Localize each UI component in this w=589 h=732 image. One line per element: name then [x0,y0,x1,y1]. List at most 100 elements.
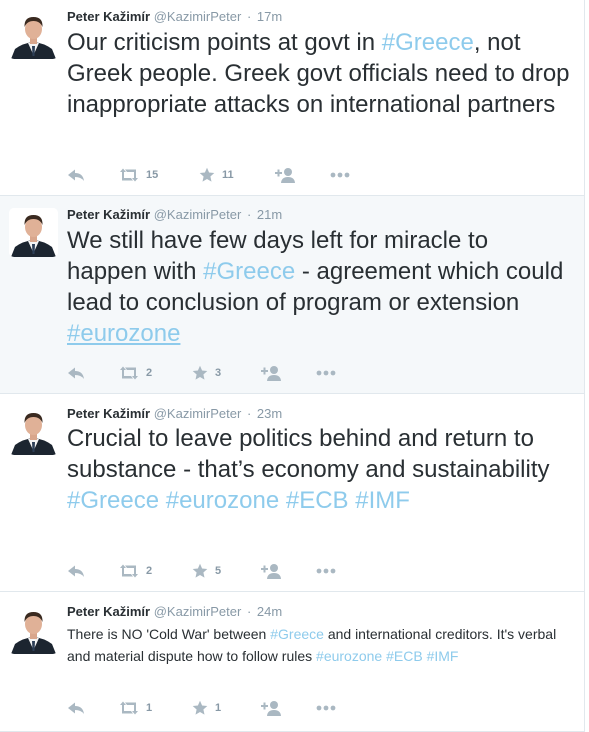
tweet-text-segment [159,487,166,514]
tweet-text: We still have few days left for miracle … [67,225,572,349]
tweet-text-segment: Crucial to leave politics behind and ret… [67,425,550,483]
follow-button[interactable] [261,365,281,381]
hashtag-link[interactable]: #ECB [286,487,349,514]
retweet-count: 2 [146,367,153,379]
reply-icon [67,365,85,381]
retweet-count: 1 [146,702,153,714]
tweet[interactable]: Peter Kažimír @KazimirPeter · 24m There … [0,592,585,732]
avatar[interactable] [9,406,58,455]
retweet-icon [119,563,139,579]
reply-button[interactable] [67,563,85,579]
favorite-count: 1 [215,702,222,714]
tweet[interactable]: Peter Kažimír @KazimirPeter · 23m Crucia… [0,394,585,592]
retweet-icon [119,700,139,716]
tweet-text: Crucial to leave politics behind and ret… [67,423,572,516]
follow-button[interactable] [261,563,281,579]
separator: · [246,406,252,421]
author-name[interactable]: Peter Kažimír [67,207,150,222]
tweet[interactable]: Peter Kažimír @KazimirPeter · 21m We sti… [0,196,585,394]
favorite-count: 5 [215,565,222,577]
timestamp[interactable]: 21m [257,207,282,222]
hashtag-link[interactable]: #eurozone [166,487,279,514]
timestamp[interactable]: 24m [257,604,282,619]
more-icon [330,167,350,183]
author-name[interactable]: Peter Kažimír [67,604,150,619]
hashtag-link[interactable]: #ECB [386,648,423,664]
follow-icon [261,563,281,579]
retweet-icon [119,167,139,183]
favorite-icon [199,167,215,183]
reply-icon [67,563,85,579]
follow-icon [261,700,281,716]
tweet-text: Our criticism points at govt in #Greece,… [67,27,572,120]
hashtag-link[interactable]: #eurozone [316,648,382,664]
tweet-actions: 2 5 [67,563,367,579]
retweet-button[interactable]: 15 [119,167,158,183]
follow-button[interactable] [275,167,295,183]
author-handle[interactable]: @KazimirPeter [154,207,242,222]
tweet-header: Peter Kažimír @KazimirPeter · 24m [67,604,282,620]
favorite-count: 11 [222,169,234,181]
separator: · [246,604,252,619]
avatar[interactable] [9,605,58,654]
hashtag-link[interactable]: #eurozone [67,320,180,347]
author-name[interactable]: Peter Kažimír [67,9,150,24]
tweet-actions: 1 1 [67,700,367,716]
retweet-count: 15 [146,169,159,181]
retweet-icon [119,365,139,381]
more-button[interactable] [330,167,350,183]
more-icon [316,563,336,579]
more-button[interactable] [316,365,336,381]
favorite-button[interactable]: 3 [192,365,221,381]
hashtag-link[interactable]: #IMF [355,487,410,514]
hashtag-link[interactable]: #IMF [427,648,459,664]
tweet-actions: 2 3 [67,365,367,381]
follow-icon [261,365,281,381]
tweet-header: Peter Kažimír @KazimirPeter · 23m [67,406,282,422]
timestamp[interactable]: 17m [257,9,282,24]
favorite-button[interactable]: 11 [199,167,234,183]
reply-icon [67,167,85,183]
more-icon [316,700,336,716]
tweet-text-segment: There is NO 'Cold War' between [67,626,271,642]
author-handle[interactable]: @KazimirPeter [154,604,242,619]
avatar[interactable] [9,208,58,257]
hashtag-link[interactable]: #Greece [203,258,295,285]
reply-icon [67,700,85,716]
reply-button[interactable] [67,700,85,716]
tweet-header: Peter Kažimír @KazimirPeter · 17m [67,9,282,25]
more-button[interactable] [316,563,336,579]
more-button[interactable] [316,700,336,716]
hashtag-link[interactable]: #Greece [67,487,159,514]
author-handle[interactable]: @KazimirPeter [154,406,242,421]
hashtag-link[interactable]: #Greece [270,626,324,642]
favorite-count: 3 [215,367,222,379]
tweet-text-segment: Our criticism points at govt in [67,29,382,56]
more-icon [316,365,336,381]
timestamp[interactable]: 23m [257,406,282,421]
favorite-button[interactable]: 5 [192,563,221,579]
retweet-count: 2 [146,565,153,577]
tweet-text-segment [279,487,286,514]
favorite-button[interactable]: 1 [192,700,221,716]
tweet[interactable]: Peter Kažimír @KazimirPeter · 17m Our cr… [0,0,585,196]
retweet-button[interactable]: 2 [119,563,152,579]
tweet-header: Peter Kažimír @KazimirPeter · 21m [67,207,282,223]
tweet-text: There is NO 'Cold War' between #Greece a… [67,623,572,667]
favorite-icon [192,365,208,381]
avatar[interactable] [9,10,58,59]
author-name[interactable]: Peter Kažimír [67,406,150,421]
hashtag-link[interactable]: #Greece [382,29,474,56]
separator: · [246,9,252,24]
separator: · [246,207,252,222]
follow-button[interactable] [261,700,281,716]
retweet-button[interactable]: 2 [119,365,152,381]
reply-button[interactable] [67,167,85,183]
reply-button[interactable] [67,365,85,381]
retweet-button[interactable]: 1 [119,700,152,716]
favorite-icon [192,563,208,579]
favorite-icon [192,700,208,716]
follow-icon [275,167,295,183]
tweet-actions: 15 11 [67,167,367,183]
author-handle[interactable]: @KazimirPeter [154,9,242,24]
